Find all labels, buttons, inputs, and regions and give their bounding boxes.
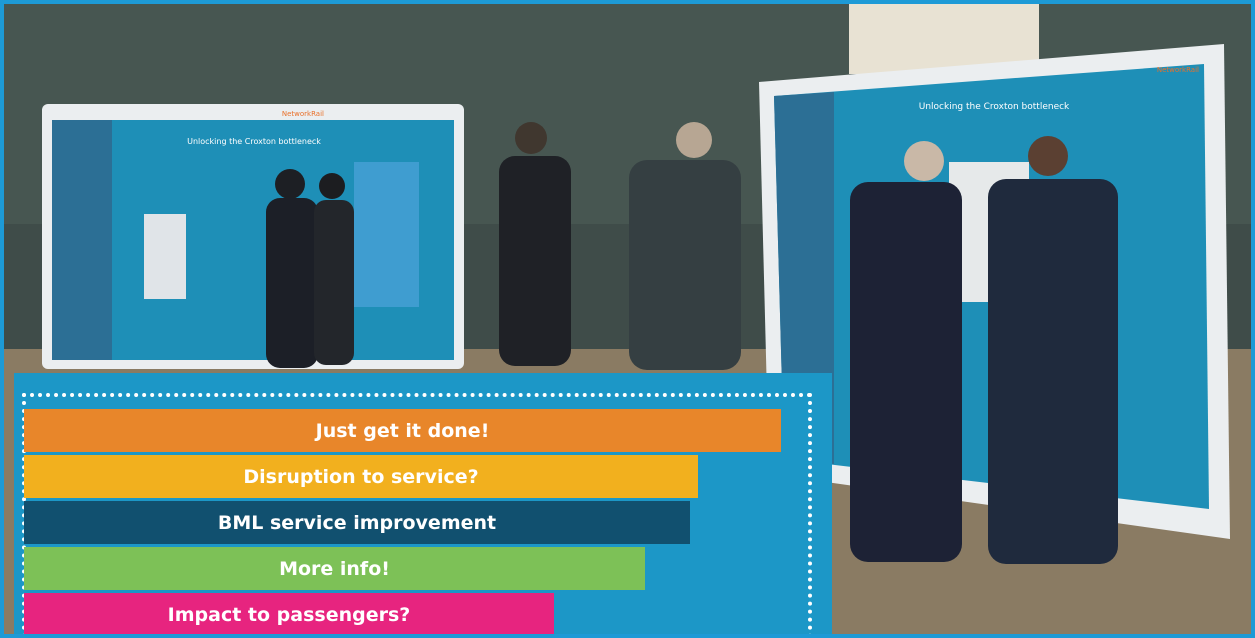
left-display-title: Unlocking the Croxton bottleneck [187,137,321,146]
left-display-wordmark: NetworkRail [282,110,324,118]
chart-bar-3: BML service improvement [24,501,690,544]
chart-bar-1: Just get it done! [24,409,781,452]
left-display-stand: NetworkRail Unlocking the Croxton bottle… [42,104,464,369]
visitor-figure-2 [314,173,354,365]
visitor-figure-6 [988,136,1118,564]
chart-bar-5: Impact to passengers? [24,593,554,634]
feedback-chart-panel: Just get it done! Disruption to service? B… [14,373,832,634]
visitor-figure-5 [850,141,962,562]
image-frame: NetworkRail Unlocking the Croxton bottle… [0,0,1255,638]
chart-bar-4: More info! [24,547,645,590]
visitor-figure-3 [499,122,571,366]
right-display-title: Unlocking the Croxton bottleneck [919,102,1070,112]
chart-bar-2: Disruption to service? [24,455,698,498]
right-display-wordmark: NetworkRail [1157,66,1199,74]
